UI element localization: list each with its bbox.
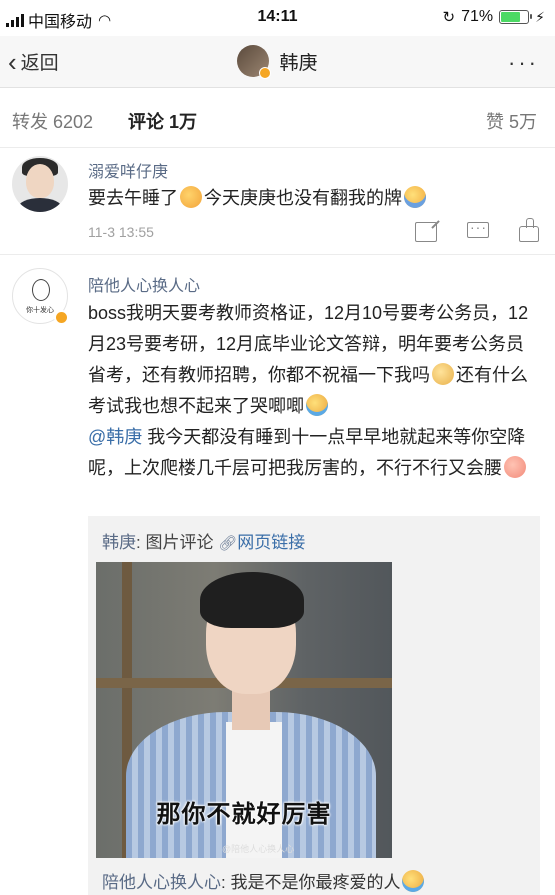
sub-comment-author[interactable]: 陪他人心换人心	[102, 873, 221, 892]
comment-item: 溺爱咩仔庚 要去午睡了 今天庚庚也没有翻我的牌 11-3 13:55	[0, 148, 555, 254]
card-header: 韩庚: 图片评论 🔗︎网页链接	[102, 528, 305, 553]
nav-avatar[interactable]	[237, 45, 272, 79]
reply-icon[interactable]	[467, 219, 489, 238]
comment-actions	[415, 218, 539, 242]
hug-emoji-icon	[404, 186, 426, 208]
interaction-tabs: 转发 6202 评论 1万 赞 5万	[0, 88, 555, 148]
comment-time: 11-3 13:55	[88, 224, 154, 240]
sub-comment-text: : 我是不是你最疼爱的人	[221, 873, 401, 892]
comment-text: 要去午睡了 今天庚庚也没有翻我的牌	[88, 184, 539, 212]
pig-emoji-icon	[504, 456, 526, 478]
comment-text: boss我明天要考教师资格证，12月10号要考公务员，12月23号要考研，12月…	[88, 298, 539, 484]
yum-emoji-icon	[180, 186, 202, 208]
bunny-icon	[32, 279, 50, 301]
quoted-comment-card[interactable]: 韩庚: 图片评论 🔗︎网页链接 那你不就好厉害 @陪他人心换人心 陪他人心换人心…	[88, 516, 540, 895]
image-watermark: @陪他人心换人心	[222, 844, 295, 854]
comment-text-part: 要去午睡了	[88, 188, 178, 208]
verified-badge-icon	[54, 310, 69, 325]
orientation-lock-icon: ↻	[442, 9, 456, 26]
more-options-button[interactable]: ···	[508, 50, 539, 76]
tab-repost[interactable]: 转发 6202	[12, 108, 93, 134]
sub-comment: 陪他人心换人心: 我是不是你最疼爱的人	[102, 868, 426, 893]
card-type-label: : 图片评论	[136, 533, 214, 552]
image-caption: 那你不就好厉害	[156, 799, 332, 828]
comment-text-part: 我今天都没有睡到十一点早早地就起来等你空降呢，上次爬楼几千层可把我厉害的，不行不…	[88, 427, 526, 478]
verified-badge-icon	[259, 67, 272, 79]
charging-icon: ⚡	[535, 8, 545, 25]
nav-bar: ‹ 返回 韩庚 ···	[0, 36, 555, 88]
status-bar: 中国移动 ◠ 14:11 ↻ 71% ⚡	[0, 0, 555, 36]
status-right: ↻ 71% ⚡	[443, 8, 545, 26]
tab-likes[interactable]: 赞 5万	[486, 108, 537, 134]
crying-emoji-icon	[402, 870, 425, 892]
crying-emoji-icon	[306, 394, 328, 416]
comment-author[interactable]: 陪他人心换人心	[88, 272, 200, 296]
mention-link[interactable]: @韩庚	[88, 427, 142, 447]
nav-center: 韩庚	[0, 45, 555, 79]
battery-percent: 71%	[461, 8, 494, 25]
avatar[interactable]	[12, 156, 68, 212]
comment-text-part: 今天庚庚也没有翻我的牌	[204, 188, 402, 208]
battery-icon	[499, 10, 533, 24]
comment-image[interactable]: 那你不就好厉害 @陪他人心换人心	[96, 562, 392, 858]
comment-divider	[0, 254, 555, 255]
cat-emoji-icon	[432, 363, 454, 385]
battery-fill	[501, 12, 520, 22]
web-link[interactable]: 网页链接	[237, 533, 305, 552]
nav-title: 韩庚	[279, 52, 318, 74]
like-icon[interactable]	[519, 218, 539, 242]
comment-author[interactable]: 溺爱咩仔庚	[88, 158, 168, 182]
repost-icon[interactable]	[415, 222, 437, 242]
card-author[interactable]: 韩庚	[102, 533, 136, 552]
link-icon: 🔗︎	[218, 535, 238, 552]
